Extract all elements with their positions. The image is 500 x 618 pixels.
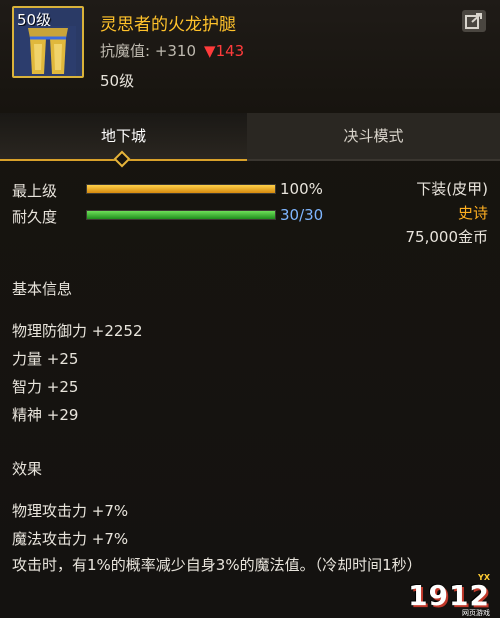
effect-line: 物理攻击力 +7% <box>12 502 129 520</box>
grade-value: 100% <box>280 180 323 198</box>
durability-bar <box>86 210 276 220</box>
watermark-sub: YX <box>478 573 490 582</box>
item-icon[interactable]: 50级 <box>12 6 84 78</box>
item-header: 50级 灵思者的火龙护腿 抗魔值: +310 ▼143 50级 <box>0 0 500 100</box>
site-watermark-logo: 1912 YX 网页游戏 <box>408 573 490 617</box>
rarity-label: 史诗 <box>457 204 488 222</box>
stat-decrease: ▼143 <box>204 42 245 60</box>
basic-info-line: 精神 +29 <box>12 406 79 424</box>
basic-info-title: 基本信息 <box>12 280 73 298</box>
magic-resist-value: 抗魔值: +310 <box>100 42 197 60</box>
basic-info-line: 智力 +25 <box>12 378 79 396</box>
durability-label: 耐久度 <box>12 208 58 226</box>
watermark-sub2: 网页游戏 <box>462 609 490 617</box>
magic-resist-stat: 抗魔值: +310 ▼143 <box>100 40 244 61</box>
share-icon <box>465 13 482 29</box>
item-level-text: 50级 <box>100 72 135 90</box>
mode-tabs: 地下城 决斗模式 <box>0 113 500 168</box>
grade-bar <box>86 184 276 194</box>
sell-price: 75,000金币 <box>405 228 489 246</box>
item-name: 灵思者的火龙护腿 <box>100 15 236 35</box>
effect-description: 攻击时，有1%的概率减少自身3%的魔法值。（冷却时间1秒） <box>12 556 422 574</box>
durability-value: 30/30 <box>280 206 324 224</box>
item-tooltip-panel: 50级 灵思者的火龙护腿 抗魔值: +310 ▼143 50级 地下城 决斗模式… <box>0 0 500 618</box>
basic-info-line: 力量 +25 <box>12 350 79 368</box>
equipment-slot: 下装(皮甲) <box>416 180 488 198</box>
tab-duel-mode[interactable]: 决斗模式 <box>247 113 500 161</box>
effect-line: 魔法攻击力 +7% <box>12 530 129 548</box>
effects-title: 效果 <box>12 460 43 478</box>
grade-bar-fill <box>87 185 275 193</box>
grade-label: 最上级 <box>12 182 58 200</box>
share-button[interactable] <box>462 10 486 32</box>
leg-armor-icon <box>20 26 76 76</box>
basic-info-line: 物理防御力 +2252 <box>12 322 143 340</box>
durability-bar-fill <box>87 211 275 219</box>
